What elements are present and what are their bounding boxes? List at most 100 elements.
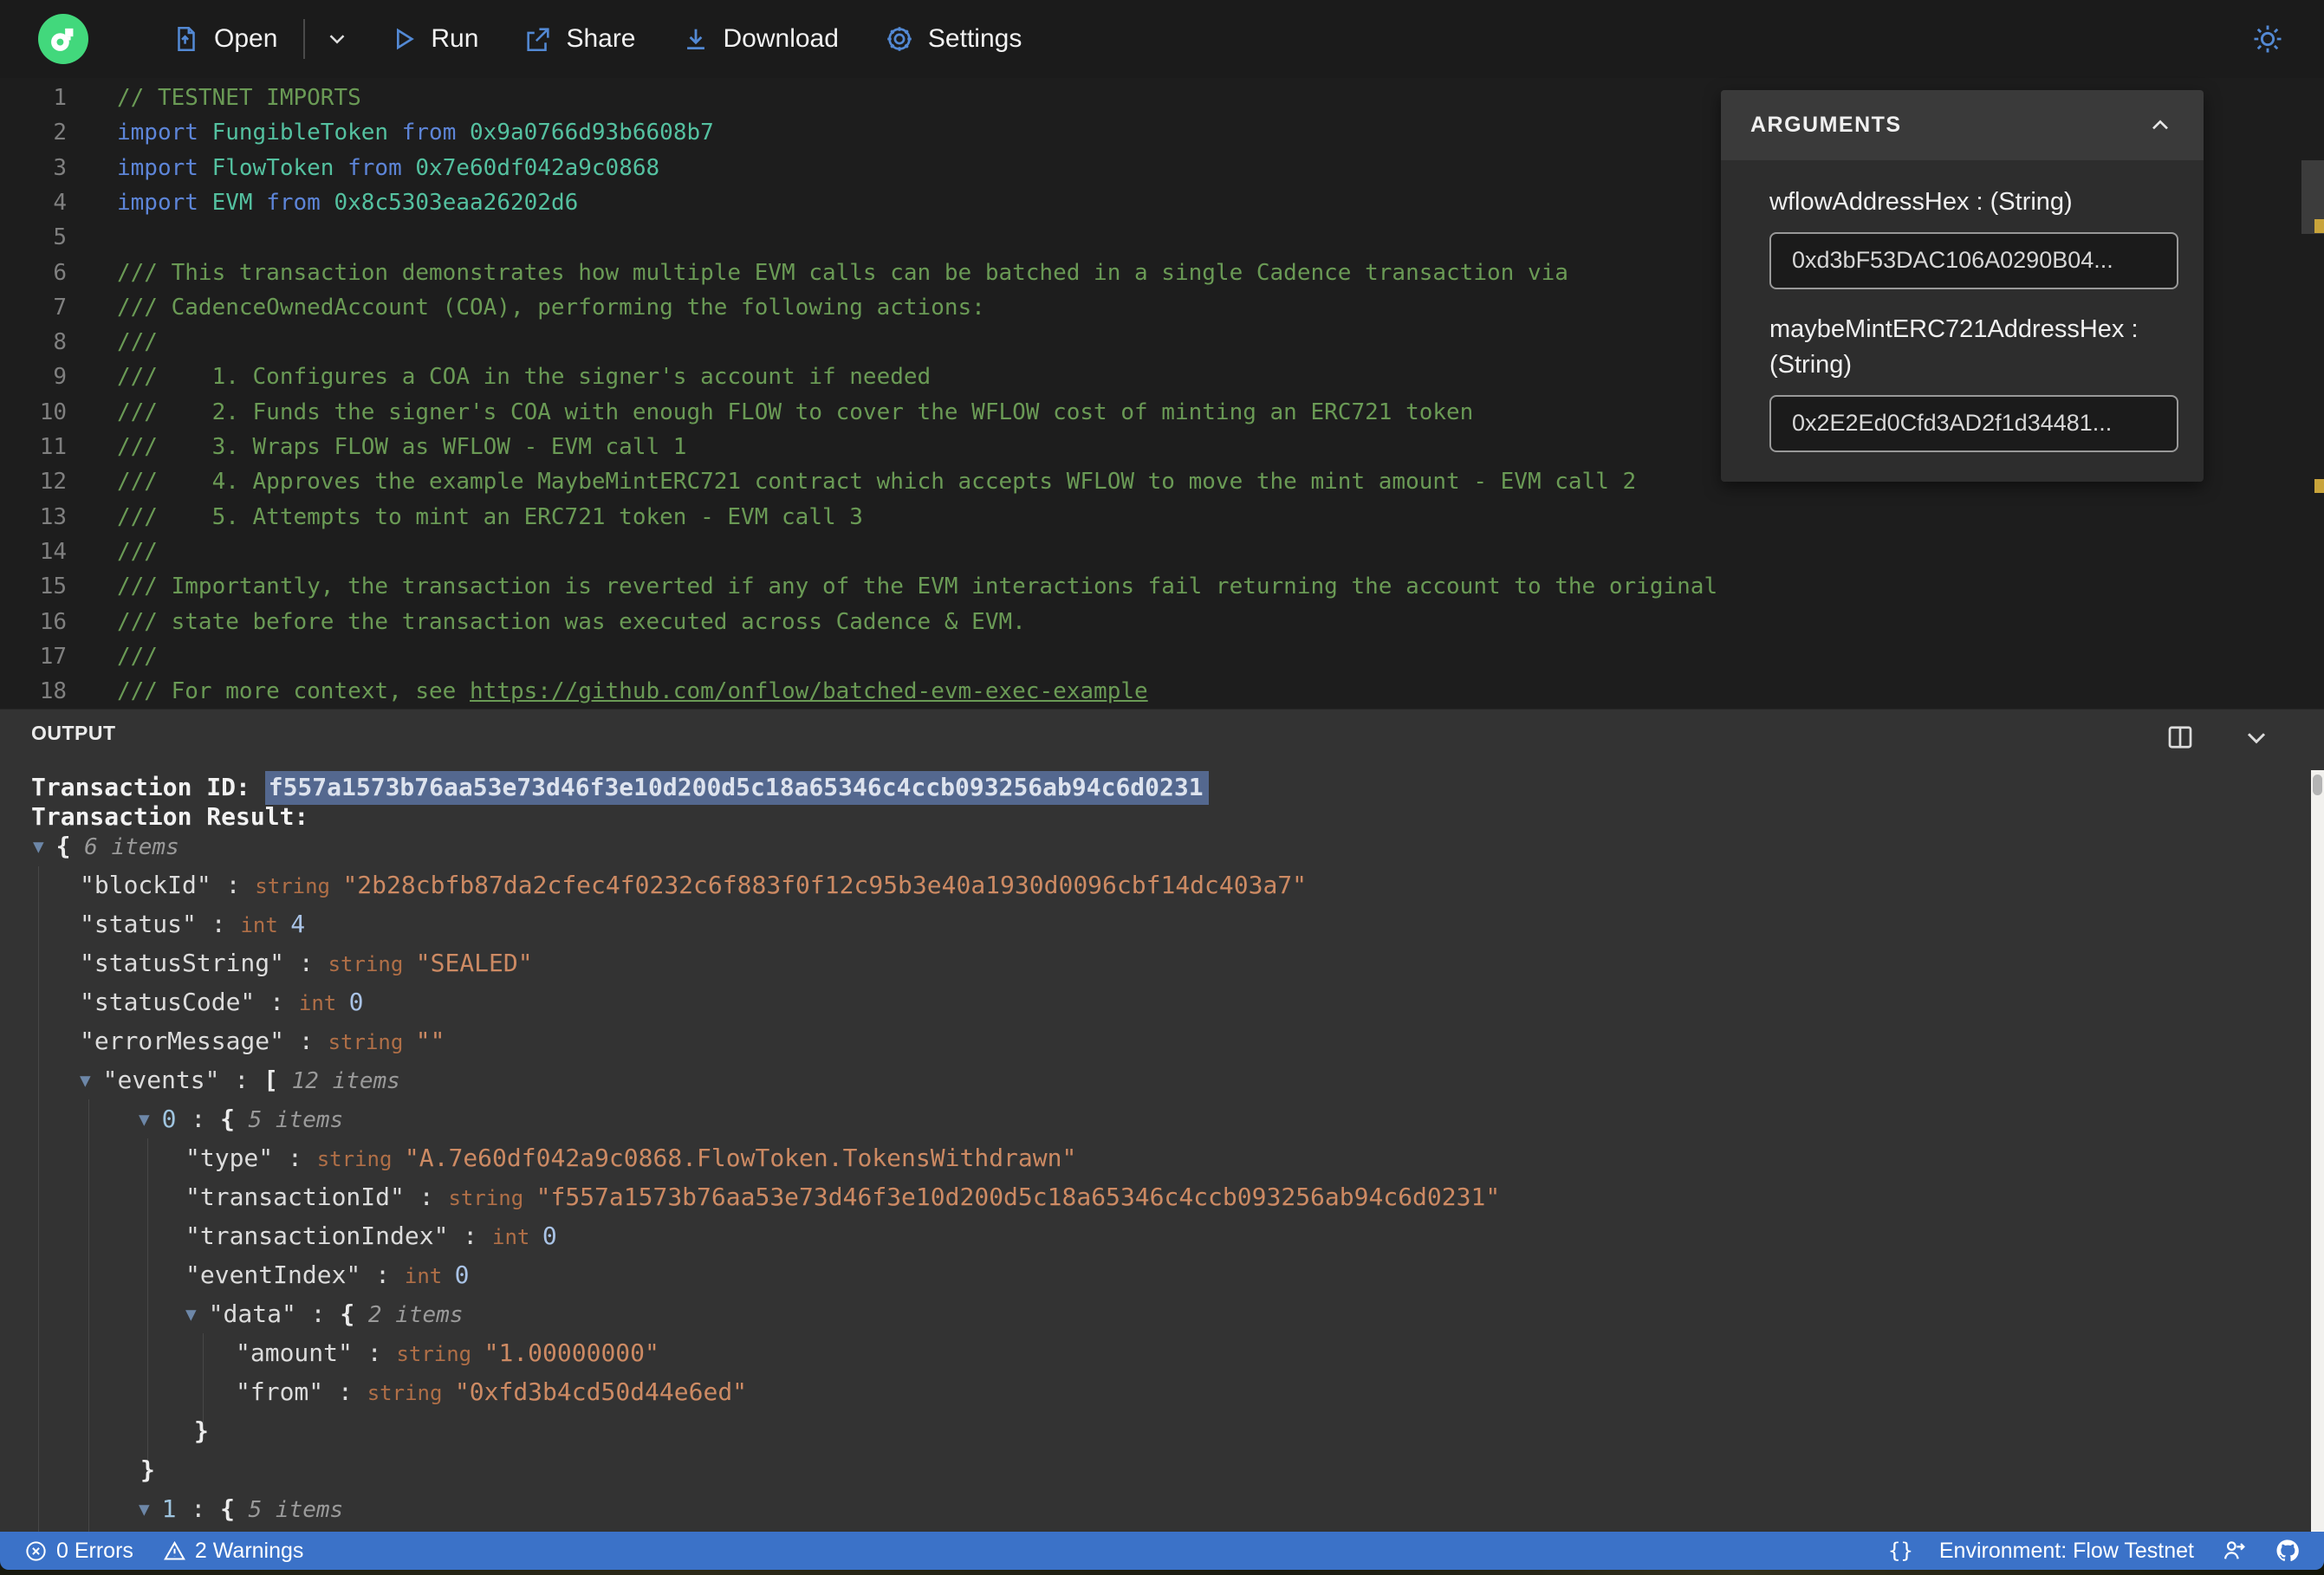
split-view-icon[interactable]	[2165, 722, 2196, 753]
code-line[interactable]: ///	[117, 325, 158, 360]
line-number: 6	[53, 259, 67, 286]
run-label: Run	[431, 24, 479, 53]
expand-triangle-icon[interactable]: ▼	[139, 1109, 150, 1130]
json-row[interactable]: ▼{ 6 items	[33, 826, 179, 865]
warning-triangle-icon	[163, 1540, 185, 1560]
json-row: "amount" : string "1.00000000"	[236, 1338, 659, 1367]
line-number: 14	[39, 538, 67, 565]
expand-triangle-icon[interactable]: ▼	[33, 836, 44, 857]
json-row: }	[140, 1455, 155, 1484]
arguments-panel: ARGUMENTS wflowAddressHex : (String) 0xd…	[1721, 90, 2204, 482]
json-row: }	[194, 1416, 209, 1445]
flow-logo[interactable]	[38, 14, 88, 64]
code-line[interactable]: import FungibleToken from 0x9a0766d93b66…	[117, 115, 714, 150]
expand-triangle-icon[interactable]: ▼	[80, 1070, 91, 1091]
collapse-chevron-up-icon[interactable]	[2146, 112, 2174, 139]
code-line[interactable]: /// For more context, see https://github…	[117, 674, 1148, 709]
output-scrollbar-track[interactable]	[2311, 770, 2324, 1533]
transaction-id-value: f557a1573b76aa53e73d46f3e10d200d5c18a653…	[264, 771, 1209, 805]
flow-runner-app: Open Run Share Download Settings 1 2 3 4…	[0, 0, 2324, 1575]
feedback-person-icon[interactable]	[2220, 1537, 2248, 1565]
output-panel: OUTPUT Transaction ID: f557a1573b76aa53e…	[0, 709, 2324, 1533]
code-line[interactable]: ///	[117, 639, 158, 674]
run-button[interactable]: Run	[390, 24, 478, 54]
download-button[interactable]: Download	[681, 24, 839, 54]
code-line[interactable]: /// This transaction demonstrates how mu…	[117, 256, 1568, 290]
line-number: 8	[53, 329, 67, 356]
line-number: 7	[53, 294, 67, 321]
line-number: 4	[53, 189, 67, 216]
code-line[interactable]: /// 4. Approves the example MaybeMintERC…	[117, 464, 1636, 499]
code-line[interactable]: /// 2. Funds the signer's COA with enoug…	[117, 395, 1473, 430]
line-number: 11	[39, 434, 67, 460]
share-label: Share	[566, 24, 636, 53]
transaction-id-label: Transaction ID:	[31, 773, 265, 801]
json-row[interactable]: ▼ 0 : { 5 items	[139, 1099, 343, 1138]
open-dropdown-button[interactable]	[324, 26, 350, 52]
line-number: 16	[39, 608, 67, 635]
warning-marker	[2314, 479, 2324, 493]
arguments-title: ARGUMENTS	[1750, 113, 1902, 137]
json-row: "statusCode" : int 0	[80, 987, 364, 1016]
output-title: OUTPUT	[31, 722, 116, 744]
warning-marker	[2314, 219, 2324, 233]
code-line[interactable]: /// CadenceOwnedAccount (COA), performin…	[117, 290, 985, 325]
open-file-icon	[178, 26, 195, 52]
errors-label: 0 Errors	[56, 1538, 133, 1563]
code-line[interactable]: /// 3. Wraps FLOW as WFLOW - EVM call 1	[117, 430, 686, 464]
collapse-output-chevron-icon[interactable]	[2241, 722, 2272, 753]
code-line[interactable]: /// Importantly, the transaction is reve…	[117, 569, 1717, 604]
environment-label[interactable]: Environment: Flow Testnet	[1939, 1539, 2194, 1564]
open-button[interactable]: Open	[172, 24, 277, 54]
flow-logo-glyph	[51, 28, 74, 51]
code-line[interactable]: /// state before the transaction was exe…	[117, 605, 1026, 639]
code-line[interactable]: /// 5. Attempts to mint an ERC721 token …	[117, 500, 863, 535]
maybemint-address-input[interactable]: 0x2E2Ed0Cfd3AD2f1d34481...	[1769, 395, 2178, 452]
json-row[interactable]: ▼ "data" : { 2 items	[185, 1294, 463, 1333]
line-number: 2	[53, 120, 67, 146]
line-number: 13	[39, 503, 67, 530]
argument-label: wflowAddressHex : (String)	[1769, 188, 2073, 216]
open-label: Open	[214, 24, 278, 53]
arguments-header[interactable]: ARGUMENTS	[1721, 90, 2204, 160]
json-row: "eventIndex" : int 0	[185, 1260, 470, 1289]
errors-status[interactable]: 0 Errors	[24, 1539, 133, 1564]
code-line[interactable]: import FlowToken from 0x7e60df042a9c0868	[117, 151, 659, 185]
code-line[interactable]: /// 1. Configures a COA in the signer's …	[117, 360, 931, 394]
github-icon[interactable]	[2274, 1537, 2301, 1565]
json-row[interactable]: ▼ "events" : [ 12 items	[80, 1060, 400, 1099]
line-number: 15	[39, 574, 67, 600]
line-number: 10	[39, 399, 67, 425]
expand-triangle-icon[interactable]: ▼	[185, 1304, 197, 1325]
line-number: 9	[53, 364, 67, 391]
sun-icon	[2254, 25, 2282, 53]
code-line[interactable]: ///	[117, 535, 158, 569]
json-row: "statusString" : string "SEALED"	[80, 948, 533, 977]
theme-toggle-button[interactable]	[2251, 23, 2284, 55]
expand-triangle-icon[interactable]: ▼	[139, 1499, 150, 1520]
output-scrollbar-thumb[interactable]	[2313, 775, 2322, 795]
error-circle-icon	[26, 1540, 46, 1561]
settings-button[interactable]: Settings	[884, 23, 1022, 55]
indent-guide	[88, 1099, 89, 1533]
code-line[interactable]: import EVM from 0x8c5303eaa26202d6	[117, 185, 578, 220]
warnings-status[interactable]: 2 Warnings	[163, 1539, 303, 1564]
json-row[interactable]: ▼ 1 : { 5 items	[139, 1489, 343, 1528]
json-row: "blockId" : string "2b28cbfb87da2cfec4f0…	[80, 870, 1308, 899]
json-row: "status" : int 4	[80, 909, 306, 938]
line-number: 17	[39, 643, 67, 670]
download-label: Download	[723, 24, 839, 53]
transaction-id-row: Transaction ID: f557a1573b76aa53e73d46f3…	[31, 771, 1209, 805]
line-number: 3	[53, 154, 67, 181]
code-line[interactable]: // TESTNET IMPORTS	[117, 81, 361, 115]
json-row: "transactionId" : string "f557a1573b76aa…	[185, 1182, 1501, 1211]
settings-label: Settings	[927, 24, 1022, 53]
download-icon	[686, 29, 704, 50]
json-row: "type" : string "A.7e60df042a9c0868.Flow…	[185, 1143, 1077, 1172]
line-number: 5	[53, 224, 67, 251]
share-button[interactable]: Share	[523, 24, 636, 54]
wflow-address-input[interactable]: 0xd3bF53DAC106A0290B04...	[1769, 232, 2178, 289]
json-row: "from" : string "0xfd3b4cd50d44e6ed"	[236, 1377, 748, 1406]
status-bar: 0 Errors 2 Warnings {} Environment: Flow…	[0, 1532, 2324, 1570]
run-play-icon	[397, 28, 415, 50]
